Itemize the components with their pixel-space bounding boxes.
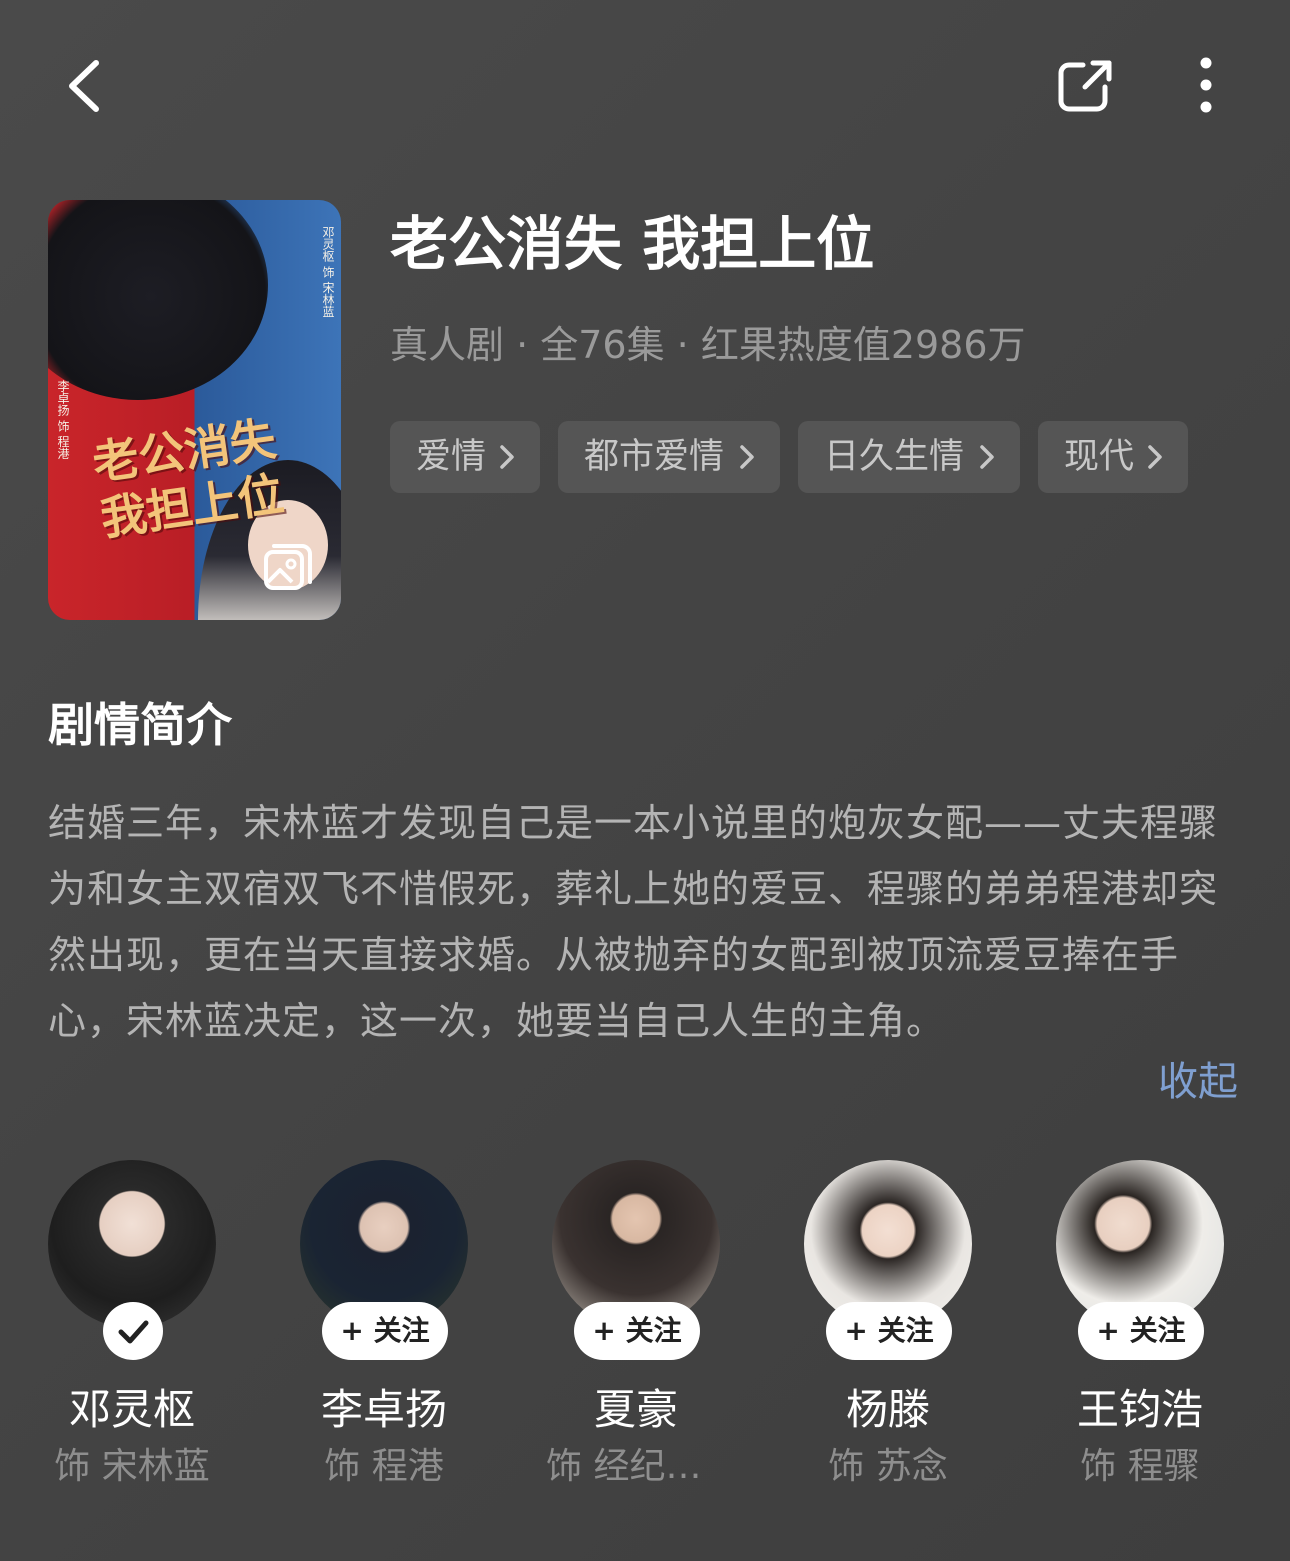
chevron-left-icon — [69, 60, 99, 112]
synopsis-text: 结婚三年，宋林蓝才发现自己是一本小说里的炮灰女配——丈夫程骤为和女主双宿双飞不惜… — [48, 801, 1219, 1043]
cast-name: 杨滕 — [845, 1385, 930, 1434]
synopsis-heading: 剧情简介 — [48, 698, 232, 752]
cast-role: 饰 苏念 — [828, 1446, 948, 1487]
check-icon — [118, 1320, 149, 1344]
chevron-right-icon — [1148, 445, 1162, 469]
tag-list: 爱情 都市爱情 日久生情 现代 — [390, 421, 1270, 493]
share-button[interactable] — [1055, 55, 1119, 117]
gallery-icon[interactable] — [262, 542, 314, 594]
tag-chip[interactable]: 日久生情 — [798, 421, 1020, 493]
tag-label: 爱情 — [416, 437, 487, 477]
cast-name: 王钧浩 — [1076, 1385, 1203, 1434]
chevron-right-icon — [500, 445, 514, 469]
drama-meta: 真人剧 · 全76集 · 红果热度值2986万 — [390, 323, 1026, 367]
more-vertical-icon — [1200, 57, 1212, 113]
drama-poster[interactable]: 邓灵枢 饰 宋林蓝 李卓扬 饰 程港 老公消失我担上位 — [48, 200, 341, 620]
back-button[interactable] — [58, 55, 118, 117]
poster-credit-left: 李卓扬 饰 程港 — [56, 380, 70, 460]
follow-button[interactable]: + 关注 — [1078, 1302, 1204, 1360]
tag-label: 都市爱情 — [584, 437, 725, 477]
followed-badge[interactable] — [103, 1302, 163, 1360]
cast-member[interactable]: 邓灵枢 饰 宋林蓝 — [6, 1160, 258, 1500]
cast-role: 饰 程港 — [324, 1446, 444, 1487]
cast-name: 邓灵枢 — [68, 1385, 195, 1434]
cast-list: 邓灵枢 饰 宋林蓝 + 关注 李卓扬 饰 程港 + 关注 夏豪 饰 经纪人...… — [0, 1160, 1290, 1500]
cast-role: 饰 经纪人... — [546, 1446, 736, 1487]
cast-member[interactable]: + 关注 夏豪 饰 经纪人... — [510, 1160, 762, 1500]
follow-button[interactable]: + 关注 — [826, 1302, 952, 1360]
cast-name: 夏豪 — [593, 1385, 678, 1434]
cast-member[interactable]: + 关注 李卓扬 饰 程港 — [258, 1160, 510, 1500]
tag-label: 现代 — [1064, 437, 1135, 477]
cast-name: 李卓扬 — [320, 1385, 447, 1434]
cast-member[interactable]: + 关注 王钧浩 饰 程骤 — [1014, 1160, 1266, 1500]
tag-chip[interactable]: 都市爱情 — [558, 421, 780, 493]
cast-role: 饰 宋林蓝 — [54, 1446, 210, 1487]
chevron-right-icon — [980, 445, 994, 469]
follow-button[interactable]: + 关注 — [574, 1302, 700, 1360]
chevron-right-icon — [740, 445, 754, 469]
share-icon — [1058, 60, 1112, 112]
collapse-link[interactable]: 收起 — [1158, 1053, 1238, 1111]
poster-figure-male — [48, 200, 268, 400]
tag-label: 日久生情 — [824, 437, 965, 477]
cast-member[interactable]: + 关注 杨滕 饰 苏念 — [762, 1160, 1014, 1500]
tag-chip[interactable]: 现代 — [1038, 421, 1188, 493]
drama-title: 老公消失 我担上位 — [390, 210, 875, 278]
top-bar — [0, 0, 1290, 170]
more-button[interactable] — [1186, 55, 1226, 117]
cast-role: 饰 程骤 — [1080, 1446, 1200, 1487]
poster-credit-right: 邓灵枢 饰 宋林蓝 — [321, 226, 335, 318]
follow-button[interactable]: + 关注 — [322, 1302, 448, 1360]
tag-chip[interactable]: 爱情 — [390, 421, 540, 493]
